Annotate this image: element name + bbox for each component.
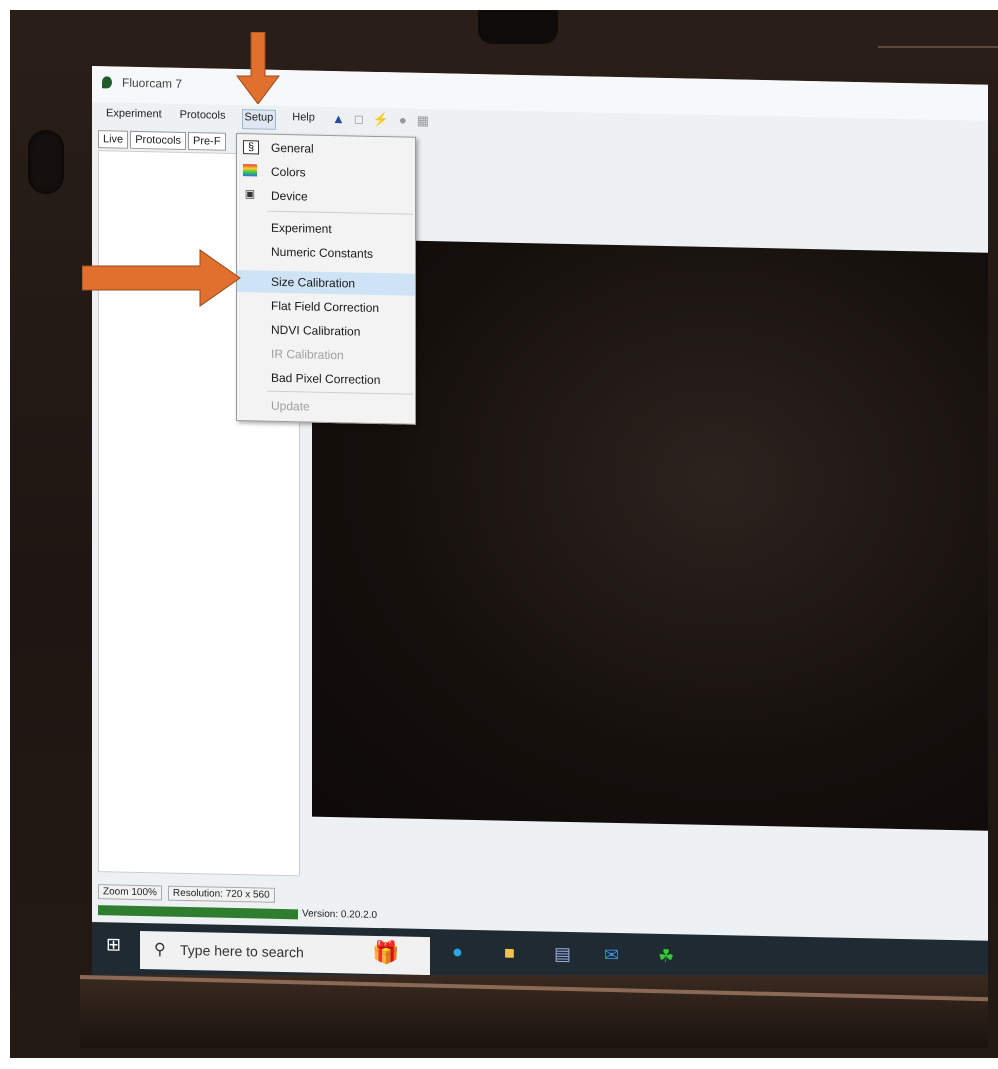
store-icon[interactable]: ▤ — [554, 944, 571, 965]
menu-setup[interactable]: Setup — [241, 109, 277, 130]
arrow-down-annotation — [236, 32, 280, 104]
laptop-screen: Fluorcam 7 Experiment Protocols Setup He… — [92, 66, 988, 997]
clipboard-icon[interactable]: □ — [355, 112, 363, 128]
menu-item-flat-field-correction[interactable]: Flat Field Correction — [237, 294, 415, 320]
search-placeholder: Type here to search — [180, 941, 304, 961]
menu-item-bad-pixel-correction[interactable]: Bad Pixel Correction — [237, 366, 415, 392]
setup-dropdown-menu: § General Colors ▣ Device Experiment Num… — [236, 133, 416, 425]
menu-experiment[interactable]: Experiment — [104, 106, 164, 127]
file-explorer-icon[interactable]: ■ — [504, 943, 515, 964]
device-icon: ▣ — [244, 188, 256, 201]
tab-pre-f[interactable]: Pre-F — [188, 132, 226, 151]
toolbar: ▲ □ ⚡ ● ▦ — [332, 111, 429, 129]
menu-separator — [267, 210, 413, 215]
bezel-edge — [878, 46, 998, 48]
grid-icon[interactable]: ▦ — [417, 113, 429, 129]
menu-item-device[interactable]: ▣ Device — [237, 184, 415, 210]
menu-item-size-calibration[interactable]: Size Calibration — [237, 270, 415, 296]
menu-item-colors[interactable]: Colors — [237, 160, 415, 186]
shirt-icon[interactable]: ▲ — [332, 111, 345, 127]
menubar: Experiment Protocols Setup Help — [104, 106, 317, 130]
arrow-down-shape — [236, 32, 280, 104]
colors-icon — [243, 164, 257, 177]
tab-live[interactable]: Live — [98, 130, 129, 149]
zoom-status: Zoom 100% — [98, 884, 162, 901]
circle-icon[interactable]: ● — [399, 112, 407, 128]
webcam — [28, 130, 64, 194]
menu-item-experiment[interactable]: Experiment — [237, 216, 415, 242]
mail-icon[interactable]: ✉ — [604, 945, 619, 966]
fluorcam-leaf-icon — [102, 76, 112, 89]
tab-protocols[interactable]: Protocols — [130, 130, 187, 150]
arrow-right-shape — [82, 249, 241, 307]
fluorcam-taskbar-icon[interactable]: ☘ — [658, 946, 674, 967]
menu-help[interactable]: Help — [290, 110, 317, 131]
window-title: Fluorcam 7 — [122, 75, 183, 91]
statusbar-row-2: Version: 0.20.2.0 — [98, 904, 377, 921]
statusbar: Zoom 100% Resolution: 720 x 560 — [98, 884, 275, 903]
menu-protocols[interactable]: Protocols — [178, 108, 228, 129]
device-status-bar — [98, 904, 298, 919]
general-icon: § — [243, 140, 259, 155]
menu-item-update: Update — [271, 398, 310, 414]
version-status: Version: 0.20.2.0 — [302, 908, 378, 921]
gift-icon: 🎁 — [372, 939, 400, 966]
bezel-notch — [478, 10, 558, 44]
menu-item-ir-calibration: IR Calibration — [271, 346, 344, 363]
edge-browser-icon[interactable]: ● — [452, 942, 463, 963]
search-icon: ⚲ — [154, 941, 166, 959]
arrow-right-annotation — [82, 249, 241, 307]
flash-icon[interactable]: ⚡ — [373, 112, 389, 128]
menu-item-general[interactable]: § General — [237, 136, 415, 162]
windows-start-icon[interactable]: ⊞ — [106, 934, 121, 955]
menu-item-ndvi-calibration[interactable]: NDVI Calibration — [237, 318, 415, 344]
taskbar-search-box[interactable]: ⚲ Type here to search 🎁 — [140, 931, 430, 976]
resolution-status: Resolution: 720 x 560 — [167, 885, 275, 903]
tab-strip: Live Protocols Pre-F — [98, 130, 228, 151]
menu-item-numeric-constants[interactable]: Numeric Constants — [237, 240, 415, 266]
